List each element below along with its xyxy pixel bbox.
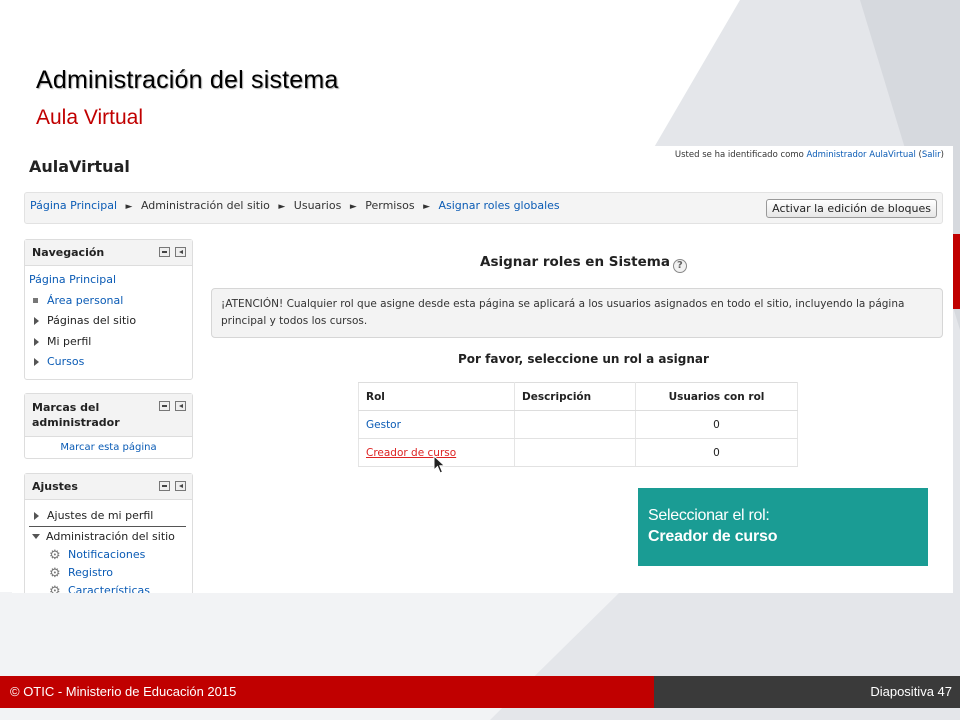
page-heading-text: Asignar roles en Sistema (480, 254, 670, 270)
settings-subitem-reports[interactable]: ⚙ Registro (29, 564, 188, 582)
roles-table: Rol Descripción Usuarios con rol Gestor … (358, 382, 798, 467)
navbar: Página Principal ► Administración del si… (24, 192, 943, 224)
settings-subitem-label[interactable]: Notificaciones (68, 548, 145, 561)
dock-icon[interactable] (175, 401, 186, 411)
slide: Administración del sistema Aula Virtual … (0, 0, 960, 720)
nav-item-my-profile[interactable]: Mi perfil (29, 332, 188, 353)
footer-copyright: © OTIC - Ministerio de Educación 2015 (0, 676, 654, 708)
settings-subitem-label[interactable]: Características (68, 584, 150, 594)
footer-slide-number: Diapositiva 47 (654, 676, 960, 708)
settings-item-site-admin[interactable]: Administración del sitio (29, 527, 188, 546)
settings-block-title: Ajustes (32, 480, 78, 493)
collapse-icon[interactable] (159, 401, 170, 411)
gear-icon: ⚙ (49, 583, 61, 594)
select-role-prompt: Por favor, seleccione un rol a asignar (458, 352, 709, 366)
settings-subitem-notifications[interactable]: ⚙ Notificaciones (29, 546, 188, 564)
collapse-icon[interactable] (159, 247, 170, 257)
settings-block: Ajustes Ajustes de mi perfil Administrac… (24, 473, 193, 593)
slide-subtitle: Aula Virtual (36, 106, 144, 129)
table-header-row: Rol Descripción Usuarios con rol (358, 382, 798, 411)
settings-subitem-label[interactable]: Registro (68, 566, 113, 579)
login-close-paren: ) (940, 150, 944, 160)
column-header-role: Rol (358, 382, 515, 411)
breadcrumb-separator: ► (278, 202, 286, 212)
column-header-description: Descripción (514, 382, 636, 411)
dock-icon[interactable] (175, 481, 186, 491)
slide-footer: © OTIC - Ministerio de Educación 2015 Di… (0, 676, 960, 708)
settings-item-label[interactable]: Administración del sitio (46, 530, 175, 543)
nav-item-courses[interactable]: Cursos (29, 352, 188, 373)
breadcrumb-users[interactable]: Usuarios (294, 199, 342, 212)
collapse-arrow-icon[interactable] (32, 533, 40, 539)
login-prefix: Usted se ha identificado como (674, 150, 807, 160)
settings-item-label[interactable]: Ajustes de mi perfil (47, 509, 153, 522)
expand-arrow-icon[interactable] (34, 512, 39, 520)
collapse-icon[interactable] (159, 481, 170, 491)
help-icon[interactable]: ? (672, 259, 687, 273)
role-user-count: 0 (635, 410, 798, 439)
nav-item-label[interactable]: Página Principal (29, 273, 116, 286)
dock-icon[interactable] (175, 247, 186, 257)
nav-item-label[interactable]: Cursos (47, 355, 84, 368)
column-header-users: Usuarios con rol (635, 382, 798, 411)
edit-blocks-button[interactable]: Activar la edición de bloques (766, 199, 937, 218)
bullet-icon (33, 297, 38, 303)
navigation-block-title: Navegación (32, 246, 105, 259)
gear-icon: ⚙ (49, 547, 61, 563)
settings-subitem-features[interactable]: ⚙ Características (29, 582, 188, 594)
logout-link[interactable]: Salir (922, 150, 941, 160)
nav-item-home[interactable]: Página Principal (29, 270, 188, 291)
breadcrumb-separator: ► (349, 202, 357, 212)
breadcrumb-separator: ► (125, 202, 133, 212)
role-description (514, 410, 636, 439)
role-description (514, 438, 636, 467)
settings-block-header: Ajustes (25, 474, 192, 500)
gear-icon: ⚙ (49, 565, 61, 581)
admin-bookmarks-title: Marcas del administrador (32, 401, 120, 429)
user-link[interactable]: Administrador AulaVirtual (807, 150, 916, 160)
breadcrumb-assign-global-roles[interactable]: Asignar roles globales (438, 199, 559, 212)
bookmark-page-link[interactable]: Marcar esta página (60, 442, 156, 453)
breadcrumb-home[interactable]: Página Principal (30, 199, 117, 212)
page-heading: Asignar roles en Sistema? (480, 254, 687, 273)
breadcrumb: Página Principal ► Administración del si… (30, 199, 560, 212)
slide-title: Administración del sistema (36, 66, 339, 94)
expand-arrow-icon[interactable] (34, 358, 39, 366)
breadcrumb-separator: ► (423, 202, 430, 212)
callout-role-name: Creador de curso (648, 528, 778, 545)
nav-item-label[interactable]: Páginas del sitio (47, 314, 136, 327)
site-brand[interactable]: AulaVirtual (29, 157, 130, 176)
nav-item-dashboard[interactable]: Área personal (29, 291, 188, 312)
role-link-manager[interactable]: Gestor (366, 419, 401, 431)
admin-bookmarks-block: Marcas del administrador Marcar esta pág… (24, 393, 193, 459)
warning-box: ¡ATENCIÓN! Cualquier rol que asigne desd… (211, 288, 943, 338)
nav-item-label[interactable]: Área personal (47, 294, 123, 307)
mouse-pointer-icon (433, 455, 446, 474)
settings-item-profile[interactable]: Ajustes de mi perfil (29, 506, 186, 527)
role-user-count: 0 (635, 438, 798, 467)
expand-arrow-icon[interactable] (34, 337, 39, 346)
table-row: Gestor 0 (358, 410, 798, 439)
callout-instruction: Seleccionar el rol: (648, 507, 770, 524)
navigation-block-header: Navegación (25, 240, 192, 266)
side-accent (952, 234, 960, 309)
login-info: Usted se ha identificado como Administra… (675, 150, 944, 160)
expand-arrow-icon[interactable] (34, 317, 39, 325)
navigation-block: Navegación Página Principal Área persona… (24, 239, 193, 380)
admin-bookmarks-header: Marcas del administrador (25, 394, 192, 437)
nav-item-label[interactable]: Mi perfil (47, 335, 91, 348)
callout-box: Seleccionar el rol: Creador de curso (638, 488, 928, 566)
nav-item-site-pages[interactable]: Páginas del sitio (29, 311, 188, 332)
breadcrumb-site-admin[interactable]: Administración del sitio (141, 199, 270, 212)
breadcrumb-permissions[interactable]: Permisos (365, 199, 414, 212)
table-row: Creador de curso 0 (358, 438, 798, 467)
